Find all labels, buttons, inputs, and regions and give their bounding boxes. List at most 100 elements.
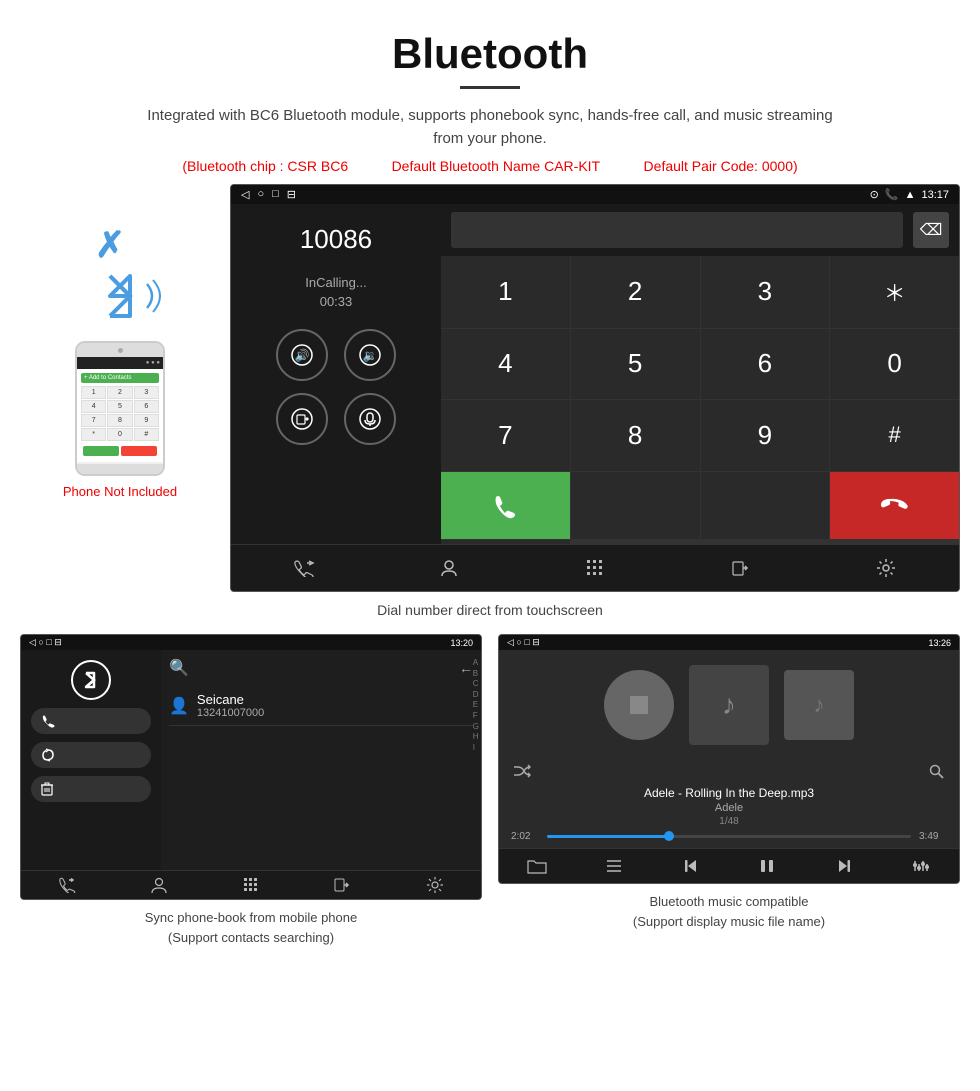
alpha-c[interactable]: C <box>473 679 479 689</box>
music-search-icon[interactable] <box>929 764 945 780</box>
pb-transfer-icon <box>334 877 352 893</box>
bluetooth-button-icon[interactable] <box>71 660 111 700</box>
bottom-screenshots: ◁ ○ □ ⊟ 13:20 <box>20 634 960 947</box>
pb-delete-button[interactable] <box>31 776 151 802</box>
music-progress-row: 2:02 3:49 <box>499 831 959 848</box>
music-next-button[interactable] <box>806 857 883 875</box>
phone-key-2[interactable]: 2 <box>107 386 132 399</box>
pb-call-button[interactable] <box>31 708 151 734</box>
bluetooth-logo-area: ✗ <box>95 224 145 326</box>
phone-key-6[interactable]: 6 <box>134 400 159 413</box>
pb-toolbar-dialpad[interactable] <box>205 876 297 894</box>
numpad-key-5[interactable]: 5 <box>571 329 700 400</box>
alpha-h[interactable]: H <box>473 732 479 742</box>
dialer-numpad-panel: ⌫ 1 2 3 ＊ 4 5 6 0 7 8 9 # <box>441 204 959 544</box>
phone-key-3[interactable]: 3 <box>134 386 159 399</box>
music-caption: Bluetooth music compatible (Support disp… <box>623 884 835 931</box>
phone-not-included-label: Phone Not Included <box>63 484 177 499</box>
numpad-key-8[interactable]: 8 <box>571 400 700 471</box>
numpad-key-0[interactable]: 0 <box>830 329 959 400</box>
pb-toolbar-contacts[interactable] <box>113 876 205 894</box>
pb-contact-name: Seicane <box>197 692 264 707</box>
pb-toolbar <box>21 870 481 899</box>
phone-key-0[interactable]: 0 <box>107 428 132 441</box>
phone-key-star[interactable]: * <box>81 428 106 441</box>
toolbar-recent-calls[interactable] <box>231 553 377 583</box>
phone-call-button[interactable] <box>83 446 119 456</box>
numpad-key-1[interactable]: 1 <box>441 256 570 328</box>
numpad-key-3[interactable]: 3 <box>701 256 830 328</box>
alpha-i[interactable]: I <box>473 743 479 753</box>
volume-down-button[interactable]: 🔉 <box>344 329 396 381</box>
music-title: Adele - Rolling In the Deep.mp3 <box>499 786 959 800</box>
phonebook-caption-line1: Sync phone-book from mobile phone <box>145 910 357 925</box>
phone-key-7[interactable]: 7 <box>81 414 106 427</box>
music-block: ◁ ○ □ ⊟ 13:26 <box>498 634 960 947</box>
music-note-right-icon: ♪ <box>814 692 825 718</box>
svg-text:🔊: 🔊 <box>295 348 310 363</box>
alpha-d[interactable]: D <box>473 690 479 700</box>
toolbar-contacts[interactable] <box>377 553 523 583</box>
numpad-key-9[interactable]: 9 <box>701 400 830 471</box>
music-main-album-art: ♪ <box>689 665 769 745</box>
numpad-key-hash[interactable]: # <box>830 400 959 471</box>
pb-toolbar-settings[interactable] <box>389 876 481 894</box>
alpha-a[interactable]: A <box>473 658 479 668</box>
dialer-input-row: ⌫ <box>441 204 959 256</box>
music-right-album-art: ♪ <box>784 670 854 740</box>
numpad-key-2[interactable]: 2 <box>571 256 700 328</box>
dialer-backspace-button[interactable]: ⌫ <box>913 212 949 248</box>
numpad-key-4[interactable]: 4 <box>441 329 570 400</box>
bt-icon-button[interactable] <box>31 660 151 700</box>
music-progress-fill <box>547 835 674 838</box>
volume-up-button[interactable]: 🔊 <box>276 329 328 381</box>
music-list-button[interactable] <box>576 857 653 875</box>
numpad-empty-3 <box>441 540 570 544</box>
phone-key-4[interactable]: 4 <box>81 400 106 413</box>
dialer-caption: Dial number direct from touchscreen <box>20 602 960 618</box>
dialer-row-1: 🔊 🔉 <box>276 329 396 381</box>
phone-numpad: 1 2 3 4 5 6 7 8 9 * 0 # <box>81 386 159 441</box>
call-end-icon <box>881 492 909 520</box>
pb-toolbar-calls[interactable] <box>21 876 113 894</box>
phonebook-screenshot: ◁ ○ □ ⊟ 13:20 <box>20 634 482 900</box>
phone-key-1[interactable]: 1 <box>81 386 106 399</box>
numpad-end-button[interactable] <box>830 472 959 540</box>
music-album-area: ♪ ♪ <box>499 650 959 760</box>
numpad-key-star[interactable]: ＊ <box>830 256 959 328</box>
alpha-f[interactable]: F <box>473 711 479 721</box>
mute-button[interactable] <box>344 393 396 445</box>
toolbar-dialpad[interactable] <box>522 553 668 583</box>
music-prev-button[interactable] <box>652 857 729 875</box>
phone-key-9[interactable]: 9 <box>134 414 159 427</box>
pb-sync-button[interactable] <box>31 742 151 768</box>
toolbar-settings[interactable] <box>813 553 959 583</box>
phone-key-5[interactable]: 5 <box>107 400 132 413</box>
shuffle-icon[interactable] <box>513 764 531 778</box>
numpad-call-button[interactable] <box>441 472 570 540</box>
toolbar-transfer[interactable] <box>668 553 814 583</box>
music-play-pause-button[interactable] <box>729 857 806 875</box>
music-equalizer-button[interactable] <box>882 857 959 875</box>
pb-contact-item[interactable]: 👤 Seicane 13241007000 <box>169 686 473 726</box>
music-progress-bar[interactable] <box>547 835 911 838</box>
pb-calls-icon <box>58 877 76 893</box>
content-area: ✗ ● ● ● <box>0 184 980 967</box>
phone-end-button[interactable] <box>121 446 157 456</box>
phone-key-hash[interactable]: # <box>134 428 159 441</box>
music-total-time: 3:49 <box>919 831 947 842</box>
alpha-e[interactable]: E <box>473 700 479 710</box>
music-screenshot: ◁ ○ □ ⊟ 13:26 <box>498 634 960 884</box>
numpad-key-7[interactable]: 7 <box>441 400 570 471</box>
pb-dialpad-icon <box>243 877 259 893</box>
pb-toolbar-transfer[interactable] <box>297 876 389 894</box>
transfer-button[interactable] <box>276 393 328 445</box>
phone-key-8[interactable]: 8 <box>107 414 132 427</box>
top-section: ✗ ● ● ● <box>20 184 960 592</box>
alpha-g[interactable]: G <box>473 722 479 732</box>
alpha-b[interactable]: B <box>473 669 479 679</box>
svg-text:🔉: 🔉 <box>363 349 378 363</box>
music-folder-button[interactable] <box>499 857 576 875</box>
numpad-key-6[interactable]: 6 <box>701 329 830 400</box>
dialer-input-field[interactable] <box>451 212 903 248</box>
